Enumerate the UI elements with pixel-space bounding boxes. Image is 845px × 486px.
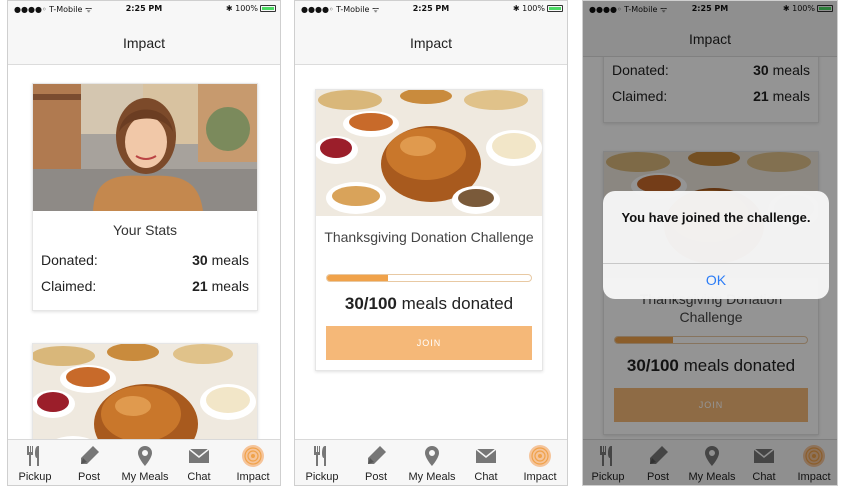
- tab-chat[interactable]: Chat: [459, 440, 513, 485]
- location-pin-icon: [138, 446, 152, 466]
- nav-bar: Impact: [295, 17, 567, 65]
- tab-bar: Pickup Post My Meals Chat Impact: [8, 439, 280, 485]
- challenge-card-preview[interactable]: [32, 343, 258, 439]
- tab-my-meals[interactable]: My Meals: [405, 440, 459, 485]
- donated-row: Donated: 30 meals: [41, 252, 249, 272]
- meals-donated-text: 30/100 meals donated: [344, 294, 514, 313]
- donated-label: Donated:: [41, 252, 98, 268]
- tab-post-label: Post: [77, 471, 100, 483]
- tab-impact[interactable]: Impact: [513, 440, 567, 485]
- alert-message: You have joined the challenge.: [621, 210, 811, 225]
- alert-ok-button[interactable]: OK: [603, 272, 829, 288]
- tab-bar: Pickup Post My Meals Chat Impact: [295, 439, 567, 485]
- join-button[interactable]: JOIN: [326, 326, 532, 360]
- tab-impact-label: Impact: [236, 471, 270, 483]
- page-title: Impact: [122, 35, 165, 51]
- profile-photo: [33, 84, 257, 211]
- tab-pickup[interactable]: Pickup: [8, 440, 62, 485]
- pencil-icon: [81, 446, 99, 464]
- battery-label: ✱ 100%: [512, 4, 545, 13]
- stats-card: Your Stats Donated: 30 meals Claimed: 21 m…: [32, 83, 258, 311]
- progress-fill: [327, 275, 389, 281]
- fork-knife-icon: [314, 446, 326, 466]
- battery-icon: [547, 5, 563, 12]
- joined-alert-dialog: You have joined the challenge. OK: [603, 191, 829, 299]
- tab-impact[interactable]: Impact: [226, 440, 280, 485]
- thanksgiving-photo: [33, 344, 257, 439]
- challenge-title: Thanksgiving Donation Challenge: [324, 229, 534, 245]
- stats-title: Your Stats: [112, 222, 178, 238]
- tab-my-meals-label: My Meals: [121, 471, 169, 483]
- tab-chat-label: Chat: [474, 471, 498, 483]
- tab-my-meals-label: My Meals: [408, 471, 456, 483]
- screen-your-stats: ●●●●◦ T-Mobile ᯤ 2:25 PM ✱ 100% Impact Y…: [7, 0, 281, 486]
- claimed-value: 21 meals: [192, 278, 249, 294]
- page-title: Impact: [409, 35, 452, 51]
- tab-post[interactable]: Post: [349, 440, 403, 485]
- thanksgiving-photo: [316, 90, 542, 216]
- challenge-card: Thanksgiving Donation Challenge 30/100 m…: [315, 89, 543, 371]
- envelope-icon: [188, 448, 210, 463]
- battery-label: ✱ 100%: [225, 4, 258, 13]
- pencil-icon: [368, 446, 386, 464]
- screen-challenge: ●●●●◦ T-Mobile ᯤ 2:25 PM ✱ 100% Impact T…: [294, 0, 568, 486]
- alert-divider: [603, 263, 829, 264]
- location-pin-icon: [425, 446, 439, 466]
- status-bar: ●●●●◦ T-Mobile ᯤ 2:25 PM ✱ 100%: [295, 1, 567, 17]
- content-scroll[interactable]: Your Stats Donated: 30 meals Claimed: 21 m…: [8, 65, 280, 439]
- status-bar: ●●●●◦ T-Mobile ᯤ 2:25 PM ✱ 100%: [8, 1, 280, 17]
- impact-target-icon: [242, 445, 264, 467]
- impact-target-icon: [529, 445, 551, 467]
- nav-bar: Impact: [8, 17, 280, 65]
- claimed-row: Claimed: 21 meals: [41, 278, 249, 298]
- tab-my-meals[interactable]: My Meals: [118, 440, 172, 485]
- battery-icon: [260, 5, 276, 12]
- envelope-icon: [475, 448, 497, 463]
- donated-value: 30 meals: [192, 252, 249, 268]
- content-scroll[interactable]: Thanksgiving Donation Challenge 30/100 m…: [295, 65, 567, 439]
- donation-progress-bar: [326, 274, 532, 282]
- claimed-label: Claimed:: [41, 278, 97, 294]
- tab-impact-label: Impact: [523, 471, 557, 483]
- tab-chat[interactable]: Chat: [172, 440, 226, 485]
- tab-pickup[interactable]: Pickup: [295, 440, 349, 485]
- tab-post[interactable]: Post: [62, 440, 116, 485]
- tab-chat-label: Chat: [187, 471, 211, 483]
- fork-knife-icon: [27, 446, 39, 466]
- tab-post-label: Post: [364, 471, 387, 483]
- screen-joined-alert: ●●●●◦ T-Mobile ᯤ 2:25 PM ✱ 100% Impact D…: [582, 0, 838, 486]
